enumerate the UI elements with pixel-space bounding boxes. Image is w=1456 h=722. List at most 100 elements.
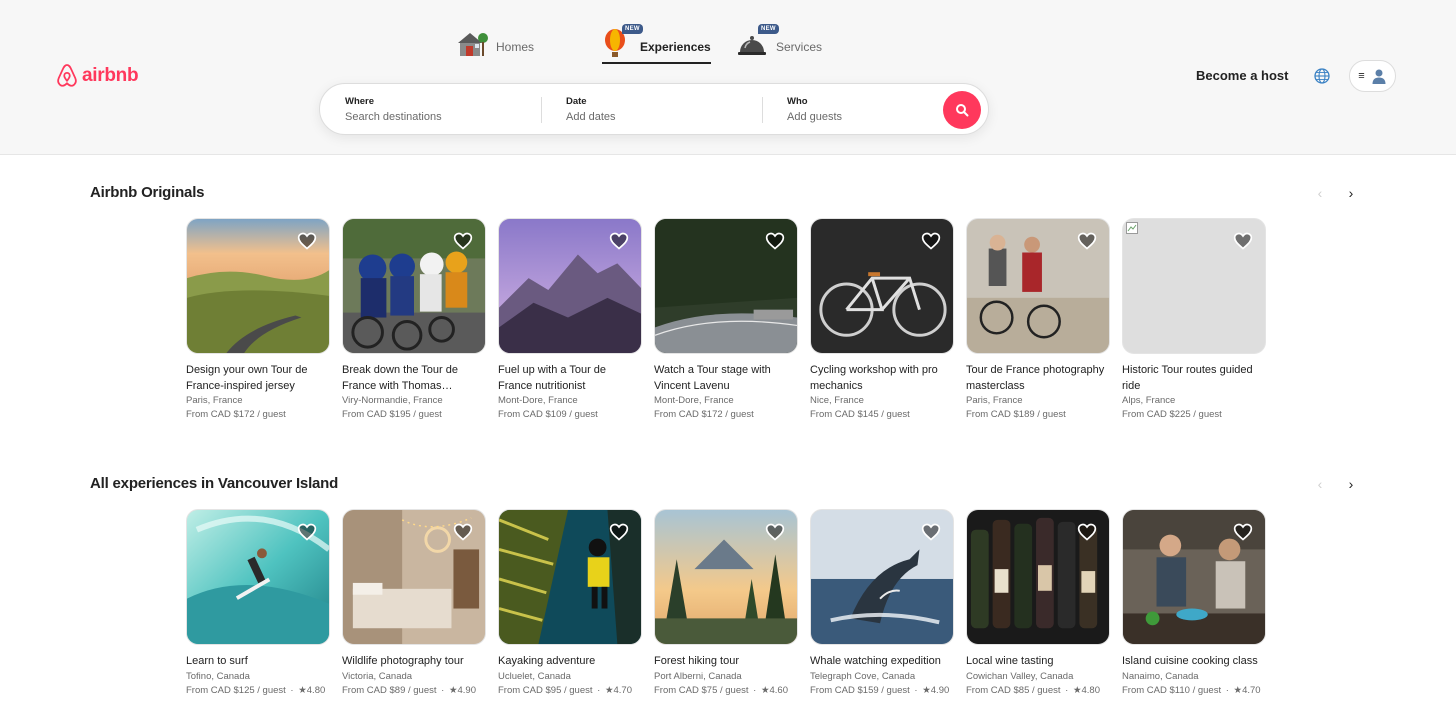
airbnb-logo-text: airbnb bbox=[82, 65, 139, 86]
heart-icon[interactable] bbox=[921, 231, 941, 251]
card-price-text: From CAD $195 / guest bbox=[342, 409, 442, 420]
tab-homes[interactable]: Homes bbox=[456, 26, 534, 62]
experience-photo[interactable] bbox=[498, 218, 642, 354]
experience-card[interactable]: Break down the Tour de France with Thoma… bbox=[342, 218, 486, 422]
experience-card[interactable]: Island cuisine cooking class Nanaimo, Ca… bbox=[1122, 509, 1266, 698]
card-price-text: From CAD $85 / guest bbox=[966, 684, 1061, 696]
experience-photo[interactable] bbox=[498, 509, 642, 645]
experience-card[interactable]: Forest hiking tour Port Alberni, Canada … bbox=[654, 509, 798, 698]
experience-photo[interactable] bbox=[186, 218, 330, 354]
card-price-text: From CAD $172 / guest bbox=[186, 409, 286, 420]
section-title-vancouver: All experiences in Vancouver Island bbox=[90, 475, 339, 492]
search-button[interactable] bbox=[943, 91, 981, 129]
card-price-text: From CAD $75 / guest bbox=[654, 684, 749, 696]
card-price: From CAD $195 / guest bbox=[342, 408, 486, 422]
experience-card[interactable]: Watch a Tour stage with Vincent Lavenu M… bbox=[654, 218, 798, 422]
heart-icon[interactable] bbox=[765, 231, 785, 251]
heart-icon[interactable] bbox=[1233, 522, 1253, 542]
service-bell-icon: NEW bbox=[736, 24, 779, 60]
become-a-host-link[interactable]: Become a host bbox=[1196, 68, 1288, 83]
section-title-originals: Airbnb Originals bbox=[90, 184, 205, 201]
carousel-next-button[interactable]: › bbox=[1343, 476, 1359, 492]
tab-experiences-label: Experiences bbox=[640, 40, 711, 54]
experience-card[interactable]: Wildlife photography tour Victoria, Cana… bbox=[342, 509, 486, 698]
heart-icon[interactable] bbox=[609, 231, 629, 251]
card-price-text: From CAD $145 / guest bbox=[810, 409, 910, 420]
carousel-prev-button[interactable]: ‹ bbox=[1312, 476, 1328, 492]
originals-carousel: Design your own Tour de France-inspired … bbox=[186, 218, 1276, 428]
experience-card[interactable]: Kayaking adventure Ucluelet, Canada From… bbox=[498, 509, 642, 698]
carousel-prev-button[interactable]: ‹ bbox=[1312, 185, 1328, 201]
experience-card[interactable]: Tour de France photography masterclass P… bbox=[966, 218, 1110, 422]
heart-icon[interactable] bbox=[297, 522, 317, 542]
who-field[interactable]: Who Add guests bbox=[787, 84, 937, 136]
heart-icon[interactable] bbox=[1077, 522, 1097, 542]
date-input[interactable]: Add dates bbox=[566, 111, 756, 123]
experience-photo[interactable] bbox=[810, 509, 954, 645]
card-price: From CAD $172 / guest bbox=[654, 408, 798, 422]
experience-card[interactable]: Learn to surf Tofino, Canada From CAD $1… bbox=[186, 509, 330, 698]
experience-photo[interactable] bbox=[810, 218, 954, 354]
experience-photo[interactable] bbox=[1122, 509, 1266, 645]
search-icon bbox=[956, 104, 969, 117]
card-title: Forest hiking tour bbox=[654, 655, 739, 667]
card-price: From CAD $75 / guest · ★4.60 bbox=[654, 684, 788, 696]
experience-photo[interactable] bbox=[342, 218, 486, 354]
card-price: From CAD $225 / guest bbox=[1122, 408, 1266, 422]
heart-icon[interactable] bbox=[1233, 231, 1253, 251]
experience-card[interactable]: Design your own Tour de France-inspired … bbox=[186, 218, 330, 422]
experience-card[interactable]: Local wine tasting Cowichan Valley, Cana… bbox=[966, 509, 1110, 698]
experience-card[interactable]: Whale watching expedition Telegraph Cove… bbox=[810, 509, 954, 698]
card-location: Paris, France bbox=[966, 395, 1023, 406]
experience-photo[interactable] bbox=[342, 509, 486, 645]
user-avatar-icon bbox=[1371, 68, 1387, 84]
globe-icon[interactable] bbox=[1313, 67, 1331, 85]
card-rating: ★4.80 bbox=[1072, 684, 1100, 696]
card-rating: ★4.80 bbox=[298, 684, 326, 696]
airbnb-logo[interactable]: airbnb bbox=[56, 62, 139, 90]
heart-icon[interactable] bbox=[297, 231, 317, 251]
experience-photo[interactable] bbox=[186, 509, 330, 645]
who-input[interactable]: Add guests bbox=[787, 111, 937, 123]
card-title: Learn to surf bbox=[186, 655, 248, 667]
where-input[interactable]: Search destinations bbox=[345, 111, 545, 123]
heart-icon[interactable] bbox=[1077, 231, 1097, 251]
card-price-text: From CAD $159 / guest bbox=[810, 684, 910, 696]
card-title: Wildlife photography tour bbox=[342, 655, 464, 667]
experience-photo[interactable] bbox=[654, 509, 798, 645]
who-label: Who bbox=[787, 96, 808, 107]
heart-icon[interactable] bbox=[609, 522, 629, 542]
experience-card[interactable]: Cycling workshop with pro mechanics Nice… bbox=[810, 218, 954, 422]
card-price-text: From CAD $89 / guest bbox=[342, 684, 437, 696]
user-menu-button[interactable]: ≡ bbox=[1349, 60, 1396, 92]
card-price-text: From CAD $189 / guest bbox=[966, 409, 1066, 420]
date-field[interactable]: Date Add dates bbox=[566, 84, 756, 136]
experience-card[interactable]: Historic Tour routes guided ride Alps, F… bbox=[1122, 218, 1266, 422]
heart-icon[interactable] bbox=[765, 522, 785, 542]
where-field[interactable]: Where Search destinations bbox=[345, 84, 545, 136]
carousel-next-button[interactable]: › bbox=[1343, 185, 1359, 201]
heart-icon[interactable] bbox=[453, 231, 473, 251]
card-price: From CAD $159 / guest · ★4.90 bbox=[810, 684, 950, 696]
experience-card[interactable]: Fuel up with a Tour de France nutritioni… bbox=[498, 218, 642, 422]
card-price-text: From CAD $95 / guest bbox=[498, 684, 593, 696]
heart-icon[interactable] bbox=[453, 522, 473, 542]
date-label: Date bbox=[566, 96, 587, 107]
new-badge: NEW bbox=[758, 24, 779, 34]
card-location: Alps, France bbox=[1122, 395, 1176, 406]
experience-photo-placeholder[interactable] bbox=[1122, 218, 1266, 354]
tab-services[interactable]: NEW Services bbox=[736, 24, 822, 62]
experience-photo[interactable] bbox=[966, 509, 1110, 645]
card-title: Tour de France photography masterclass bbox=[966, 364, 1105, 392]
tab-experiences[interactable]: NEW Experiences bbox=[600, 24, 711, 64]
card-price: From CAD $189 / guest bbox=[966, 408, 1110, 422]
card-price: From CAD $110 / guest · ★4.70 bbox=[1122, 684, 1261, 696]
house-icon bbox=[456, 28, 488, 60]
card-title: Kayaking adventure bbox=[498, 655, 596, 667]
card-price: From CAD $172 / guest bbox=[186, 408, 330, 422]
experience-photo[interactable] bbox=[654, 218, 798, 354]
heart-icon[interactable] bbox=[921, 522, 941, 542]
card-price-text: From CAD $110 / guest bbox=[1122, 684, 1222, 696]
card-location: Mont-Dore, France bbox=[654, 395, 734, 406]
experience-photo[interactable] bbox=[966, 218, 1110, 354]
